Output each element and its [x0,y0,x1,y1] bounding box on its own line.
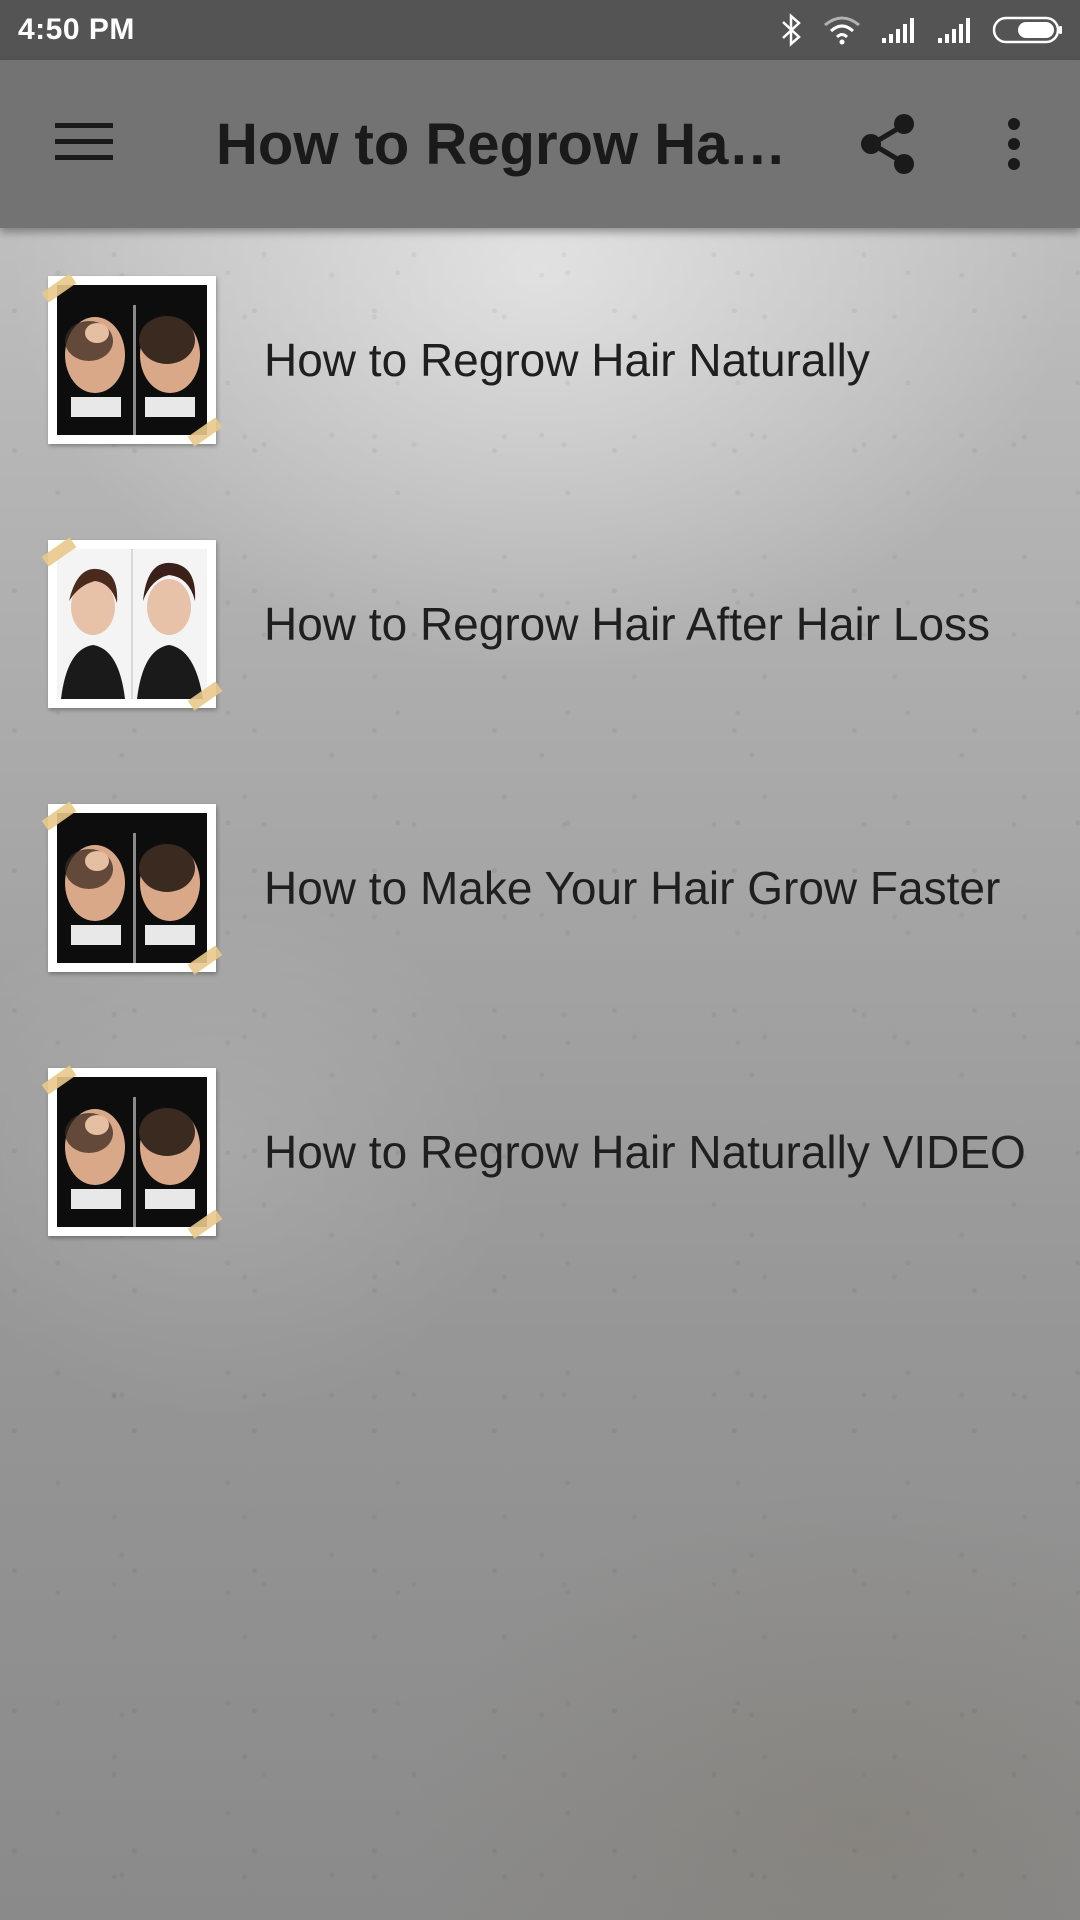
status-time: 4:50 PM [18,13,135,46]
list-item[interactable]: How to Regrow Hair Naturally VIDEO [0,1020,1080,1284]
hamburger-menu-icon [55,121,113,168]
list-item[interactable]: How to Make Your Hair Grow Faster [0,756,1080,1020]
topic-list: How to Regrow Hair Naturally How to Regr… [0,228,1080,1284]
share-icon [858,113,918,180]
bluetooth-icon [780,13,804,47]
list-item-label: How to Regrow Hair Naturally VIDEO [264,1126,1026,1178]
battery-icon [992,15,1064,45]
list-item-label: How to Regrow Hair Naturally [264,334,870,386]
signal-icon [880,16,918,44]
menu-button[interactable] [36,92,132,196]
app-bar: How to Regrow Hair Naturally [0,60,1080,228]
more-options-button[interactable] [972,98,1056,194]
thumbnail-image [41,273,223,447]
share-button[interactable] [840,98,936,194]
app-title: How to Regrow Hair Naturally [216,112,796,177]
list-item-label: How to Make Your Hair Grow Faster [264,862,1001,914]
status-bar: 4:50 PM [0,0,1080,60]
status-icons [780,13,1064,47]
more-vertical-icon [1006,117,1022,175]
thumbnail-image [41,537,223,711]
list-item-label: How to Regrow Hair After Hair Loss [264,598,991,650]
thumbnail-image [41,1065,223,1239]
list-item[interactable]: How to Regrow Hair After Hair Loss [0,492,1080,756]
list-item[interactable]: How to Regrow Hair Naturally [0,228,1080,492]
wifi-icon [822,15,862,45]
thumbnail-image [41,801,223,975]
signal-icon [936,16,974,44]
